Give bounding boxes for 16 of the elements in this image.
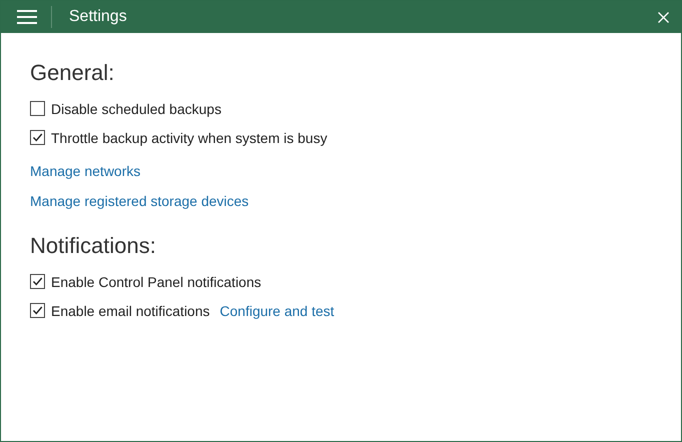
checkbox[interactable] (30, 101, 45, 116)
menu-icon[interactable] (17, 9, 37, 25)
section-heading: General: (30, 59, 116, 87)
section-heading: Notifications: (30, 232, 157, 260)
checkbox[interactable] (30, 303, 45, 318)
window-title: Settings (69, 8, 127, 26)
checkbox-label[interactable]: Enable email notifications (51, 302, 210, 318)
configure-link[interactable]: Configure and test (220, 302, 334, 318)
settings-link[interactable]: Manage registered storage devices (30, 193, 249, 209)
settings-link[interactable]: Manage networks (30, 163, 141, 179)
checkbox-label[interactable]: Enable Control Panel notifications (51, 274, 262, 290)
close-icon[interactable] (658, 12, 669, 22)
checkbox-label[interactable]: Disable scheduled backups (51, 100, 222, 116)
checkbox[interactable] (30, 274, 45, 289)
checkbox[interactable] (30, 130, 45, 145)
checkbox-label[interactable]: Throttle backup activity when system is busy (51, 130, 328, 146)
